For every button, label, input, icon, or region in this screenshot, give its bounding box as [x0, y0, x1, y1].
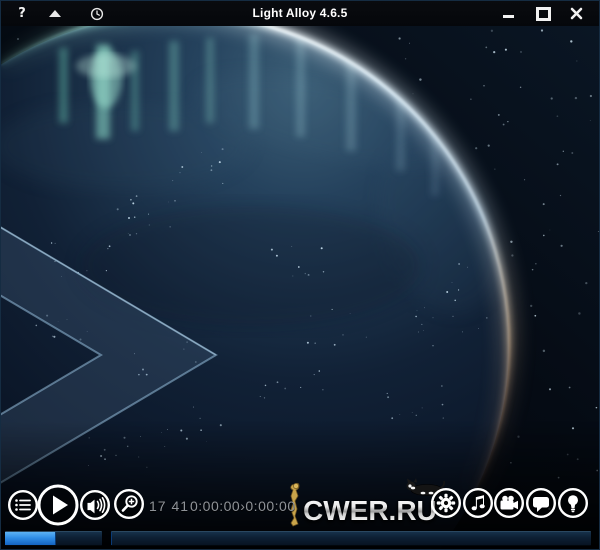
video-camera-icon: [493, 487, 525, 519]
audio-tracks-button[interactable]: [462, 487, 494, 524]
close-button[interactable]: [567, 1, 585, 26]
settings-button[interactable]: [430, 487, 462, 524]
video-area[interactable]: [1, 26, 600, 550]
clock-icon[interactable]: [88, 1, 106, 26]
volume-icon: [79, 489, 111, 521]
lightbulb-icon: [557, 487, 589, 519]
play-button[interactable]: [36, 483, 80, 532]
seek-fill: [111, 532, 112, 545]
volume-fill: [5, 532, 56, 545]
gear-icon: [430, 487, 462, 519]
playlist-icon: [7, 489, 39, 521]
music-note-icon: [462, 487, 494, 519]
volume-button[interactable]: [79, 489, 111, 526]
system-clock: 17 41: [149, 498, 189, 514]
caret-up-icon: [49, 10, 61, 17]
clock-glyph: [90, 7, 104, 21]
collapse-icon[interactable]: [46, 1, 64, 26]
lightbulb-button[interactable]: [557, 487, 589, 524]
maximize-button[interactable]: [534, 1, 552, 26]
maximize-icon: [536, 7, 551, 21]
minimize-button[interactable]: [499, 1, 517, 26]
minimize-icon: [503, 15, 514, 18]
video-options-button[interactable]: [493, 487, 525, 524]
play-icon: [36, 483, 80, 527]
title-bar[interactable]: ? Light Alloy 4.6.5: [1, 1, 599, 26]
seek-bar[interactable]: [111, 531, 591, 546]
speech-bubble-icon: [525, 487, 557, 519]
close-icon: [570, 7, 583, 20]
help-icon[interactable]: ?: [13, 1, 31, 26]
magnifier-plus-icon: [113, 488, 145, 520]
volume-bar[interactable]: [5, 531, 102, 546]
time-position: 0:00:00: [190, 498, 240, 514]
subtitles-button[interactable]: [525, 487, 557, 524]
time-display: 0:00:00›0:00:00: [190, 498, 296, 514]
zoom-preview-button[interactable]: [113, 488, 145, 525]
app-window: ? Light Alloy 4.6.5: [0, 0, 600, 550]
playlist-button[interactable]: [7, 489, 39, 526]
time-duration: 0:00:00: [245, 498, 295, 514]
